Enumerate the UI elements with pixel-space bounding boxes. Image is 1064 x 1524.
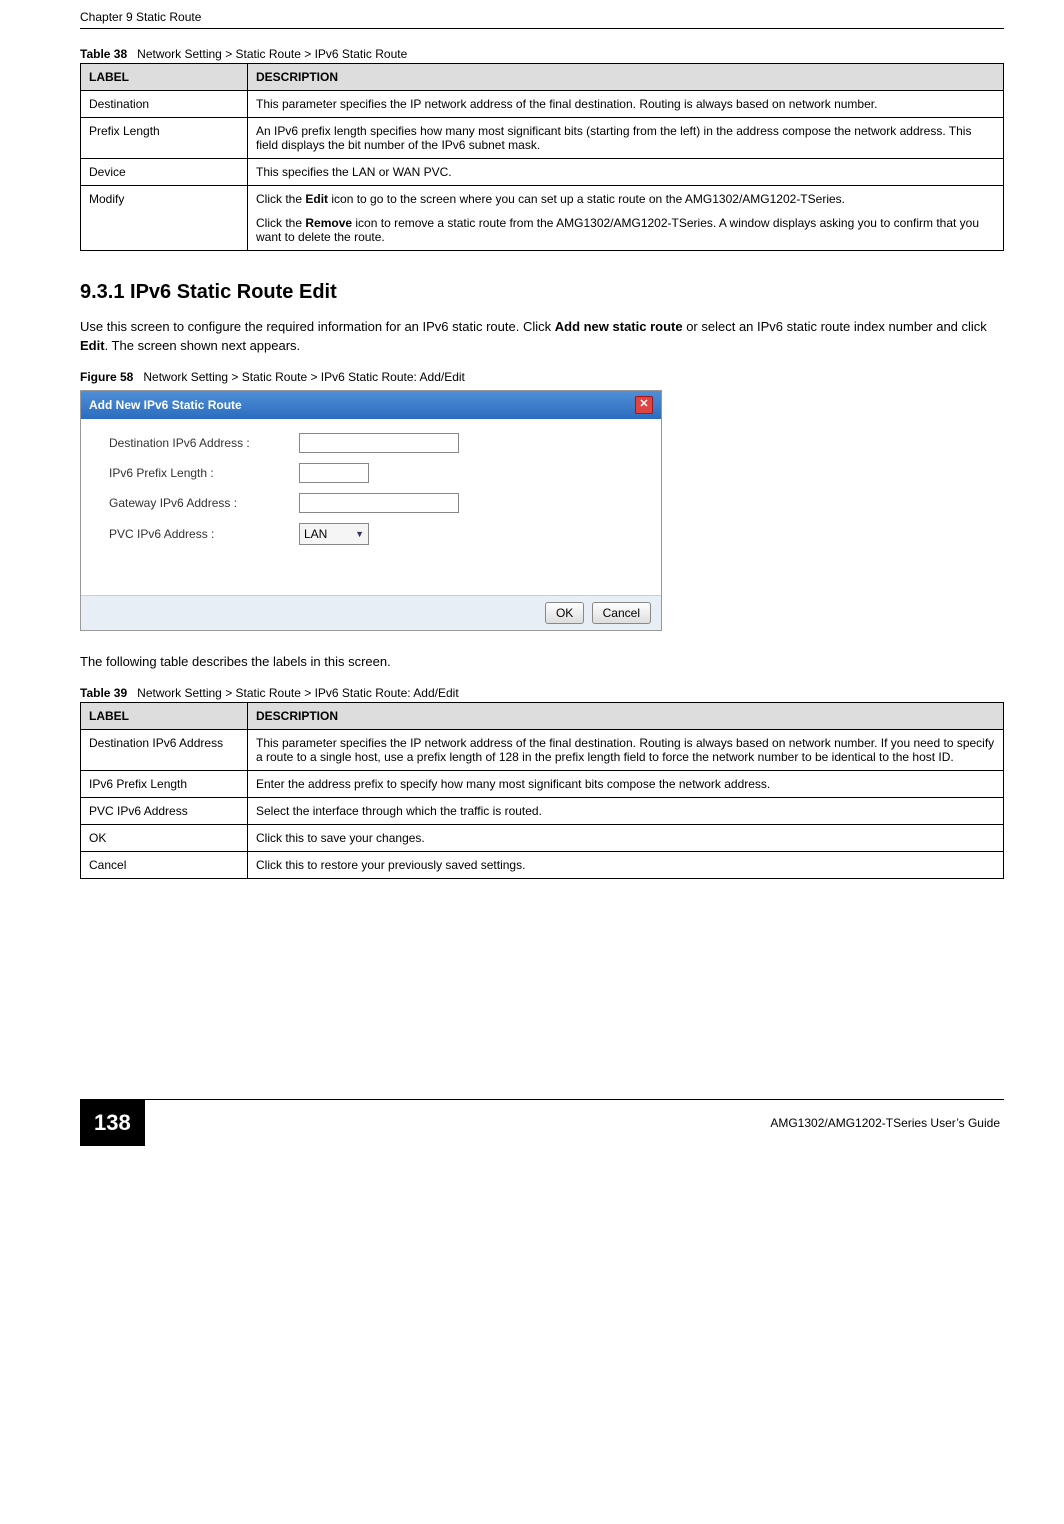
table39-head-label: LABEL xyxy=(81,702,248,729)
table39-r4-label: Cancel xyxy=(81,851,248,878)
table39-r1-label: IPv6 Prefix Length xyxy=(81,770,248,797)
table38-caption-text: Network Setting > Static Route > IPv6 St… xyxy=(137,47,407,61)
table39-r2-desc: Select the interface through which the t… xyxy=(248,797,1004,824)
dialog-title: Add New IPv6 Static Route xyxy=(89,398,242,412)
page-number: 138 xyxy=(80,1100,145,1146)
pvc-ipv6-value: LAN xyxy=(304,527,327,541)
table38-caption: Table 38 Network Setting > Static Route … xyxy=(80,47,1004,61)
table-row: Cancel Click this to restore your previo… xyxy=(81,851,1004,878)
table38-head-desc: DESCRIPTION xyxy=(248,64,1004,91)
table39-number: Table 39 xyxy=(80,686,127,700)
ipv6-prefix-input[interactable] xyxy=(299,463,369,483)
section-heading: 9.3.1 IPv6 Static Route Edit xyxy=(80,281,1004,304)
add-ipv6-static-route-dialog: Add New IPv6 Static Route ✕ Destination … xyxy=(80,390,662,631)
table38-r2-label: Device xyxy=(81,159,248,186)
figure58-caption-text: Network Setting > Static Route > IPv6 St… xyxy=(143,370,465,384)
figure58-number: Figure 58 xyxy=(80,370,133,384)
pvc-ipv6-label: PVC IPv6 Address : xyxy=(109,527,299,541)
table38-r3-desc: Click the Edit icon to go to the screen … xyxy=(248,186,1004,251)
gateway-ipv6-input[interactable] xyxy=(299,493,459,513)
gateway-ipv6-label: Gateway IPv6 Address : xyxy=(109,496,299,510)
page-footer: 138 AMG1302/AMG1202-TSeries User’s Guide xyxy=(80,1099,1004,1146)
dest-ipv6-input[interactable] xyxy=(299,433,459,453)
table38-r1-label: Prefix Length xyxy=(81,118,248,159)
table39-r2-label: PVC IPv6 Address xyxy=(81,797,248,824)
table39: LABEL DESCRIPTION Destination IPv6 Addre… xyxy=(80,702,1004,879)
table39-caption: Table 39 Network Setting > Static Route … xyxy=(80,686,1004,700)
table-row: Destination This parameter specifies the… xyxy=(81,91,1004,118)
section-intro: Use this screen to configure the require… xyxy=(80,318,1004,356)
dest-ipv6-label: Destination IPv6 Address : xyxy=(109,436,299,450)
table-row: PVC IPv6 Address Select the interface th… xyxy=(81,797,1004,824)
table39-r3-label: OK xyxy=(81,824,248,851)
table39-r0-label: Destination IPv6 Address xyxy=(81,729,248,770)
cancel-button[interactable]: Cancel xyxy=(592,602,651,624)
table-row: Device This specifies the LAN or WAN PVC… xyxy=(81,159,1004,186)
running-header: Chapter 9 Static Route xyxy=(80,0,1004,29)
table-row: Modify Click the Edit icon to go to the … xyxy=(81,186,1004,251)
table39-r1-desc: Enter the address prefix to specify how … xyxy=(248,770,1004,797)
chevron-down-icon: ▼ xyxy=(355,529,364,539)
table38-r2-desc: This specifies the LAN or WAN PVC. xyxy=(248,159,1004,186)
table38-r3-label: Modify xyxy=(81,186,248,251)
figure58-caption: Figure 58 Network Setting > Static Route… xyxy=(80,370,1004,384)
table-row: OK Click this to save your changes. xyxy=(81,824,1004,851)
dialog-footer: OK Cancel xyxy=(81,595,661,630)
footer-guide: AMG1302/AMG1202-TSeries User’s Guide xyxy=(159,1116,1004,1130)
dialog-titlebar: Add New IPv6 Static Route ✕ xyxy=(81,391,661,419)
table38-r1-desc: An IPv6 prefix length specifies how many… xyxy=(248,118,1004,159)
table38-number: Table 38 xyxy=(80,47,127,61)
table38-r0-desc: This parameter specifies the IP network … xyxy=(248,91,1004,118)
pvc-ipv6-select[interactable]: LAN ▼ xyxy=(299,523,369,545)
table39-r0-desc: This parameter specifies the IP network … xyxy=(248,729,1004,770)
table39-r3-desc: Click this to save your changes. xyxy=(248,824,1004,851)
table38-r0-label: Destination xyxy=(81,91,248,118)
table-row: Destination IPv6 Address This parameter … xyxy=(81,729,1004,770)
dialog-body: Destination IPv6 Address : IPv6 Prefix L… xyxy=(81,419,661,595)
close-icon[interactable]: ✕ xyxy=(635,396,653,414)
ok-button[interactable]: OK xyxy=(545,602,584,624)
table-row: IPv6 Prefix Length Enter the address pre… xyxy=(81,770,1004,797)
ipv6-prefix-label: IPv6 Prefix Length : xyxy=(109,466,299,480)
table39-r4-desc: Click this to restore your previously sa… xyxy=(248,851,1004,878)
after-figure-text: The following table describes the labels… xyxy=(80,653,1004,672)
table38-head-label: LABEL xyxy=(81,64,248,91)
table39-caption-text: Network Setting > Static Route > IPv6 St… xyxy=(137,686,459,700)
table-row: Prefix Length An IPv6 prefix length spec… xyxy=(81,118,1004,159)
table39-head-desc: DESCRIPTION xyxy=(248,702,1004,729)
table38: LABEL DESCRIPTION Destination This param… xyxy=(80,63,1004,251)
